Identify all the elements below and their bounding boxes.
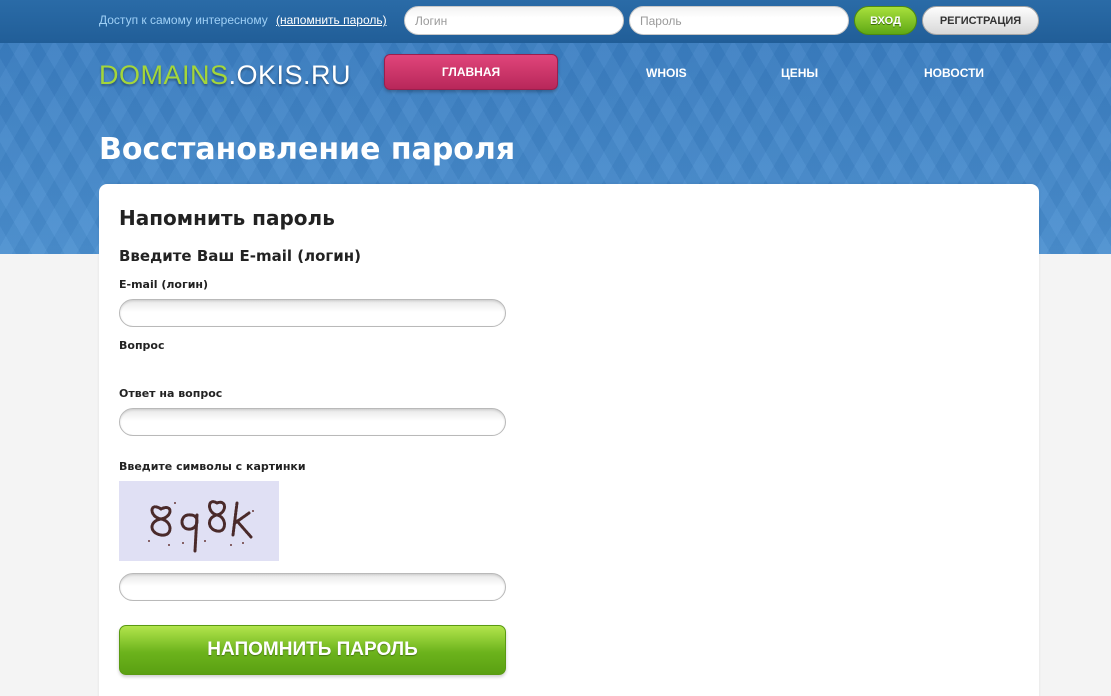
answer-label: Ответ на вопрос bbox=[119, 387, 223, 400]
access-text: Доступ к самому интересному bbox=[99, 13, 268, 27]
email-field[interactable] bbox=[119, 299, 506, 327]
nav-item-news[interactable]: НОВОСТИ bbox=[924, 66, 984, 80]
password-input[interactable] bbox=[629, 6, 849, 35]
captcha-image bbox=[119, 481, 279, 561]
question-label: Вопрос bbox=[119, 339, 165, 352]
remind-password-button[interactable]: НАПОМНИТЬ ПАРОЛЬ bbox=[119, 625, 506, 675]
site-logo[interactable]: DOMAINS.OKIS.RU bbox=[99, 60, 351, 91]
nav-item-prices[interactable]: ЦЕНЫ bbox=[781, 66, 818, 80]
captcha-glyphs bbox=[148, 500, 254, 553]
captcha-field[interactable] bbox=[119, 573, 506, 601]
nav-item-whois[interactable]: WHOIS bbox=[646, 66, 687, 80]
register-button[interactable]: РЕГИСТРАЦИЯ bbox=[922, 6, 1039, 35]
login-input[interactable] bbox=[404, 6, 624, 35]
top-bar: Доступ к самому интересному (напомнить п… bbox=[0, 0, 1111, 43]
login-button[interactable]: ВХОД bbox=[854, 6, 917, 35]
answer-field[interactable] bbox=[119, 408, 506, 436]
form-title: Напомнить пароль bbox=[119, 206, 335, 230]
password-recovery-card: Напомнить пароль Введите Ваш E-mail (лог… bbox=[99, 184, 1039, 696]
remind-password-link[interactable]: (напомнить пароль) bbox=[276, 13, 387, 27]
logo-okis-text: .OKIS.RU bbox=[228, 60, 352, 90]
nav-item-main[interactable]: ГЛАВНАЯ bbox=[384, 54, 558, 90]
form-subtitle: Введите Ваш E-mail (логин) bbox=[119, 247, 361, 265]
page-title: Восстановление пароля bbox=[99, 132, 516, 167]
logo-domains-text: DOMAINS bbox=[99, 60, 229, 90]
captcha-label: Введите символы с картинки bbox=[119, 460, 306, 473]
email-label: E-mail (логин) bbox=[119, 278, 209, 291]
